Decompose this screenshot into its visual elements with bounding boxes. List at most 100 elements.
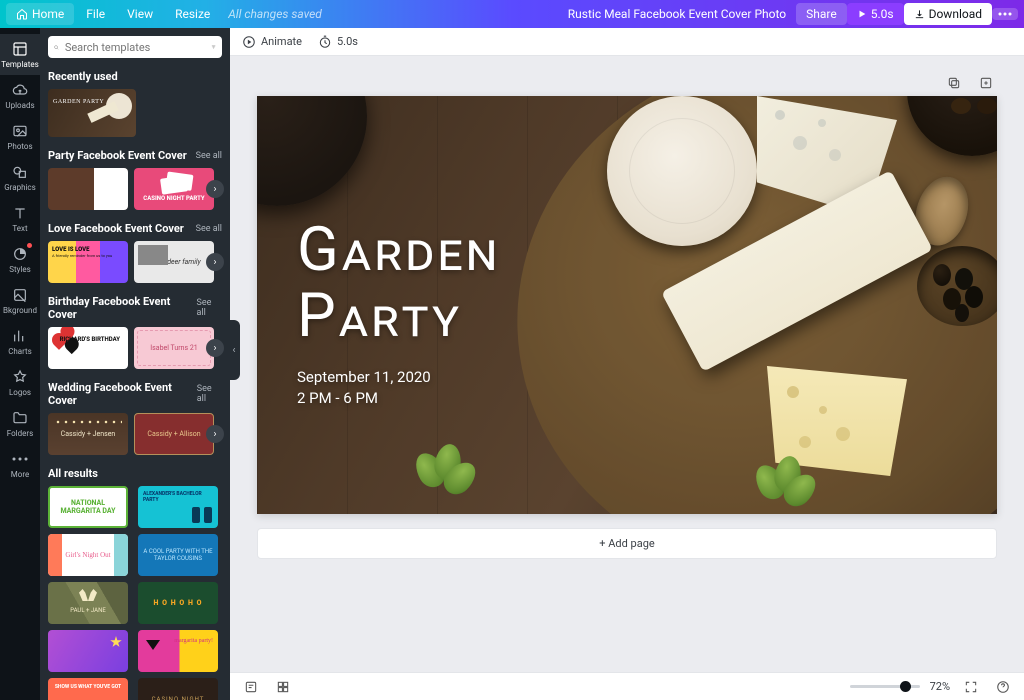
new-badge-icon [27, 243, 32, 248]
nav-uploads[interactable]: Uploads [0, 75, 40, 116]
basil-decor [417, 444, 477, 494]
nav-text[interactable]: Text [0, 198, 40, 239]
logos-icon [12, 369, 28, 385]
see-all-link[interactable]: See all [197, 384, 222, 404]
nav-graphics-label: Graphics [4, 183, 36, 192]
section-birthday: Birthday Facebook Event Cover [48, 295, 197, 321]
nav-charts-label: Charts [8, 347, 32, 356]
zoom-level[interactable]: 72% [930, 680, 950, 693]
nav-graphics[interactable]: Graphics [0, 157, 40, 198]
template-thumb[interactable]: margarita party! [138, 630, 218, 672]
thumb-sub: A friendly reminder from us to you [52, 253, 112, 258]
home-label: Home [32, 7, 64, 21]
panel-collapse-handle[interactable]: ‹ [228, 320, 240, 380]
see-all-link[interactable]: See all [197, 298, 222, 318]
template-thumb[interactable]: LOVE IS LOVEA friendly reminder from us … [48, 241, 128, 283]
thumb-label: PAUL + JANE [70, 607, 106, 614]
text-icon [12, 205, 28, 221]
section-all-results: All results [48, 467, 98, 480]
template-thumb[interactable]: ALEXANDER'S BACHELOR PARTY [138, 486, 218, 528]
template-thumb[interactable]: Cassidy + Allison [134, 413, 214, 455]
duration-label: 5.0s [337, 35, 358, 48]
see-all-link[interactable]: See all [196, 151, 222, 161]
templates-icon [12, 41, 28, 57]
document-title[interactable]: Rustic Meal Facebook Event Cover Photo [568, 7, 786, 21]
add-page-icon-button[interactable] [975, 74, 997, 92]
file-menu[interactable]: File [76, 3, 115, 25]
see-all-link[interactable]: See all [196, 224, 222, 234]
search-container [48, 36, 222, 58]
section-love: Love Facebook Event Cover [48, 222, 184, 235]
nav-templates[interactable]: Templates [0, 34, 40, 75]
play-duration: 5.0s [871, 7, 894, 21]
template-thumb[interactable]: CASINO NIGHT [138, 678, 218, 700]
search-input[interactable] [65, 41, 205, 54]
section-wedding: Wedding Facebook Event Cover [48, 381, 197, 407]
template-thumb[interactable]: A COOL PARTY WITH THE TAYLOR COUSINS [138, 534, 218, 576]
thumb-label: deer family [167, 258, 201, 266]
template-thumb[interactable]: Isabel Turns 21 [134, 327, 214, 369]
view-menu[interactable]: View [117, 3, 163, 25]
templates-panel[interactable]: Recently used GARDEN PARTY Party Faceboo… [40, 28, 230, 700]
more-menu-button[interactable] [992, 8, 1018, 20]
thumb-label: A COOL PARTY WITH THE TAYLOR COUSINS [138, 548, 218, 562]
template-thumb[interactable]: SHOW US WHAT YOU'VE GOT [48, 678, 128, 700]
home-menu[interactable]: Home [6, 3, 74, 25]
charts-icon [12, 328, 28, 344]
template-thumb[interactable]: Cassidy + Jensen [48, 413, 128, 455]
more-icon [12, 451, 28, 467]
template-thumb[interactable]: H O H O H O [138, 582, 218, 624]
add-page-button[interactable]: + Add page [257, 528, 997, 559]
fullscreen-button[interactable] [960, 678, 982, 696]
nav-charts[interactable]: Charts [0, 321, 40, 362]
workspace[interactable]: GardenParty September 11, 20202 PM - 6 P… [230, 56, 1024, 672]
notes-button[interactable] [240, 678, 262, 696]
resize-menu[interactable]: Resize [165, 3, 220, 25]
design-canvas[interactable]: GardenParty September 11, 20202 PM - 6 P… [257, 96, 997, 514]
filter-icon[interactable] [211, 40, 216, 54]
help-button[interactable] [992, 678, 1014, 696]
template-thumb[interactable]: GARDEN PARTY [48, 89, 136, 137]
grid-view-button[interactable] [272, 678, 294, 696]
canvas-title[interactable]: GardenParty [297, 216, 500, 349]
canvas-subtitle[interactable]: September 11, 20202 PM - 6 PM [297, 367, 500, 410]
present-button[interactable]: 5.0s [847, 3, 904, 25]
template-thumb[interactable]: RICHARD'S BIRTHDAY [48, 327, 128, 369]
animate-button[interactable]: Animate [242, 35, 302, 49]
nav-background-label: Bkground [3, 306, 37, 315]
template-thumb[interactable]: Girl's Night Out [48, 534, 128, 576]
cheese-board [517, 96, 997, 514]
animate-icon [242, 35, 256, 49]
template-thumb[interactable]: CASINO NIGHT PARTY [134, 168, 214, 210]
canvas-text-block[interactable]: GardenParty September 11, 20202 PM - 6 P… [297, 216, 500, 409]
nav-styles[interactable]: Styles [0, 239, 40, 280]
template-thumb[interactable]: PAUL + JANE [48, 582, 128, 624]
carousel-next-button[interactable]: › [206, 253, 224, 271]
nav-photos[interactable]: Photos [0, 116, 40, 157]
thumb-label: LOVE IS LOVE [52, 246, 90, 253]
editor-toolbar: Animate 5.0s [230, 28, 1024, 56]
carousel-next-button[interactable]: › [206, 425, 224, 443]
nav-more[interactable]: More [0, 444, 40, 485]
template-thumb[interactable] [48, 168, 128, 210]
thumb-label: RICHARD'S BIRTHDAY [60, 337, 120, 344]
nav-folders[interactable]: Folders [0, 403, 40, 444]
thumb-label: ALEXANDER'S BACHELOR PARTY [143, 491, 218, 503]
template-thumb[interactable] [48, 630, 128, 672]
play-icon [857, 9, 867, 19]
template-thumb[interactable]: deer family [134, 241, 214, 283]
template-thumb[interactable]: NATIONAL MARGARITA DAY [48, 486, 128, 528]
carousel-next-button[interactable]: › [206, 180, 224, 198]
thumb-label: CASINO NIGHT PARTY [143, 195, 204, 202]
duration-button[interactable]: 5.0s [318, 35, 358, 49]
thumb-label: margarita party! [174, 638, 213, 644]
duplicate-page-button[interactable] [943, 74, 965, 92]
download-icon [914, 9, 925, 20]
nav-logos[interactable]: Logos [0, 362, 40, 403]
section-recently-used: Recently used [48, 70, 118, 83]
zoom-slider[interactable] [850, 685, 920, 688]
share-button[interactable]: Share [796, 3, 847, 25]
download-button[interactable]: Download [904, 3, 992, 25]
nav-background[interactable]: Bkground [0, 280, 40, 321]
carousel-next-button[interactable]: › [206, 339, 224, 357]
